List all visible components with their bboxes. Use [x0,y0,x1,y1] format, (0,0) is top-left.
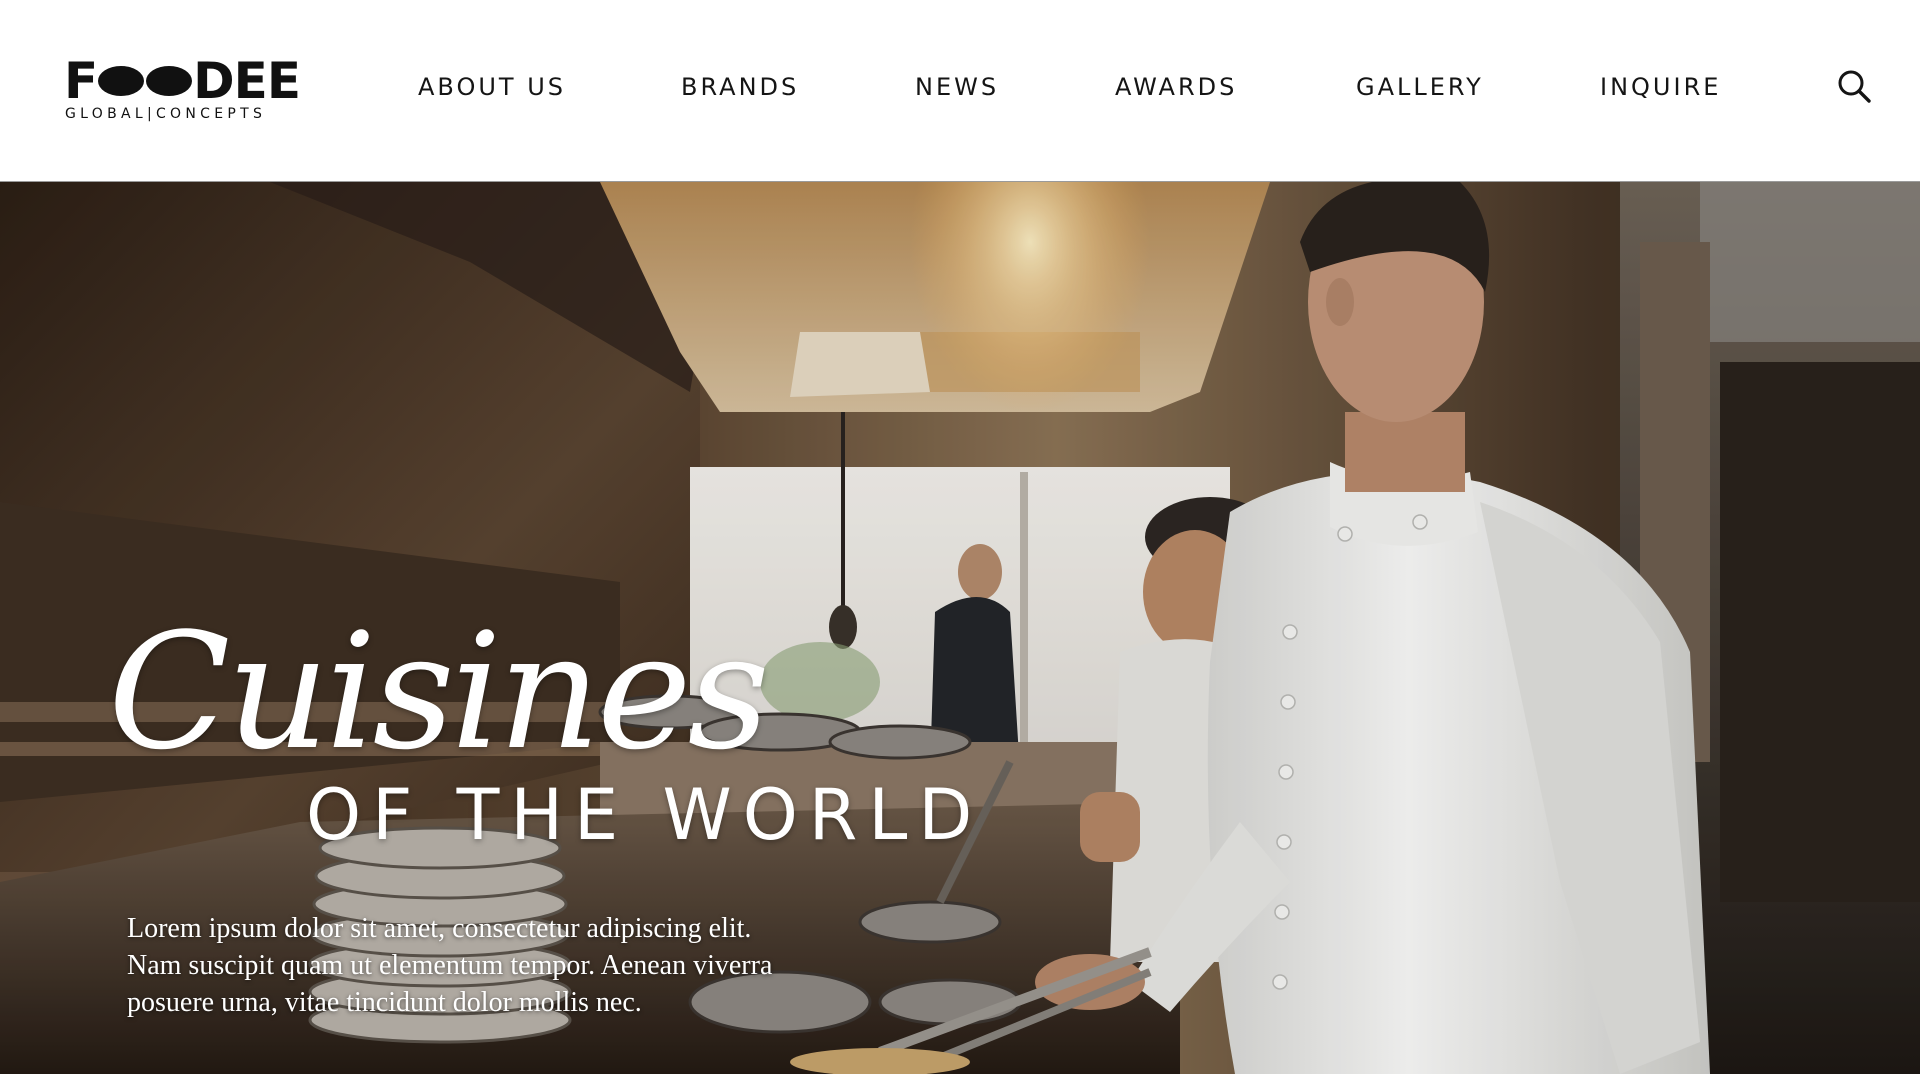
nav-item-gallery[interactable]: GALLERY [1356,73,1484,101]
hero-script-title: Cuisines [108,598,770,785]
site-header: F DEE GLOBAL|CONCEPTS ABOUT US BRANDS NEW… [0,0,1920,182]
nav-item-news[interactable]: NEWS [915,73,999,101]
nav-item-brands[interactable]: BRANDS [681,73,799,101]
hero-description-line: Nam suscipit quam ut elementum tempor. A… [127,950,773,981]
brand-logo[interactable]: F DEE GLOBAL|CONCEPTS [64,52,301,126]
logo-wordmark: F DEE [64,52,301,110]
nav-item-about-us[interactable]: ABOUT US [418,73,566,101]
nav-item-inquire[interactable]: INQUIRE [1600,73,1721,101]
nav-item-awards[interactable]: AWARDS [1115,73,1237,101]
hero-description-line: Lorem ipsum dolor sit amet, consectetur … [127,913,752,944]
search-button[interactable] [1836,68,1872,104]
hero-subtitle: OF THE WORLD [306,774,984,856]
hero-description-line: posuere urna, vitae tincidunt dolor moll… [127,987,642,1018]
search-icon [1838,70,1871,103]
hero-banner: Cuisines OF THE WORLD Lorem ipsum dolor … [0,182,1920,1074]
hero-description: Lorem ipsum dolor sit amet, consectetur … [127,910,887,1021]
logo-tagline: GLOBAL|CONCEPTS [65,106,267,122]
